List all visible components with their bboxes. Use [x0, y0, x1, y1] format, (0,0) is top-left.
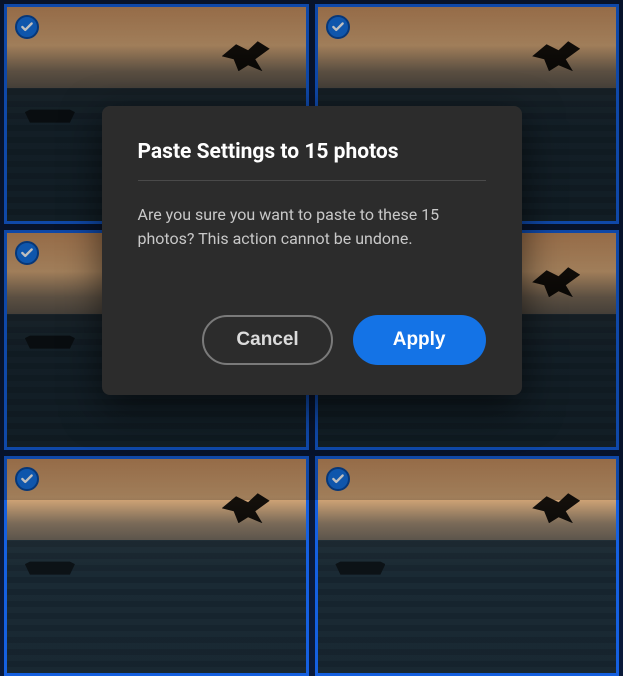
thumbnail-art: [318, 540, 617, 673]
modal-overlay: Paste Settings to 15 photos Are you sure…: [0, 0, 623, 500]
dialog-title: Paste Settings to 15 photos: [138, 140, 486, 164]
dialog-actions: Cancel Apply: [138, 315, 486, 365]
apply-button[interactable]: Apply: [353, 315, 486, 365]
cancel-button[interactable]: Cancel: [202, 315, 332, 365]
confirm-dialog: Paste Settings to 15 photos Are you sure…: [102, 106, 522, 395]
thumbnail-art: [7, 540, 306, 673]
dialog-body-text: Are you sure you want to paste to these …: [138, 203, 486, 251]
dialog-divider: [138, 180, 486, 181]
